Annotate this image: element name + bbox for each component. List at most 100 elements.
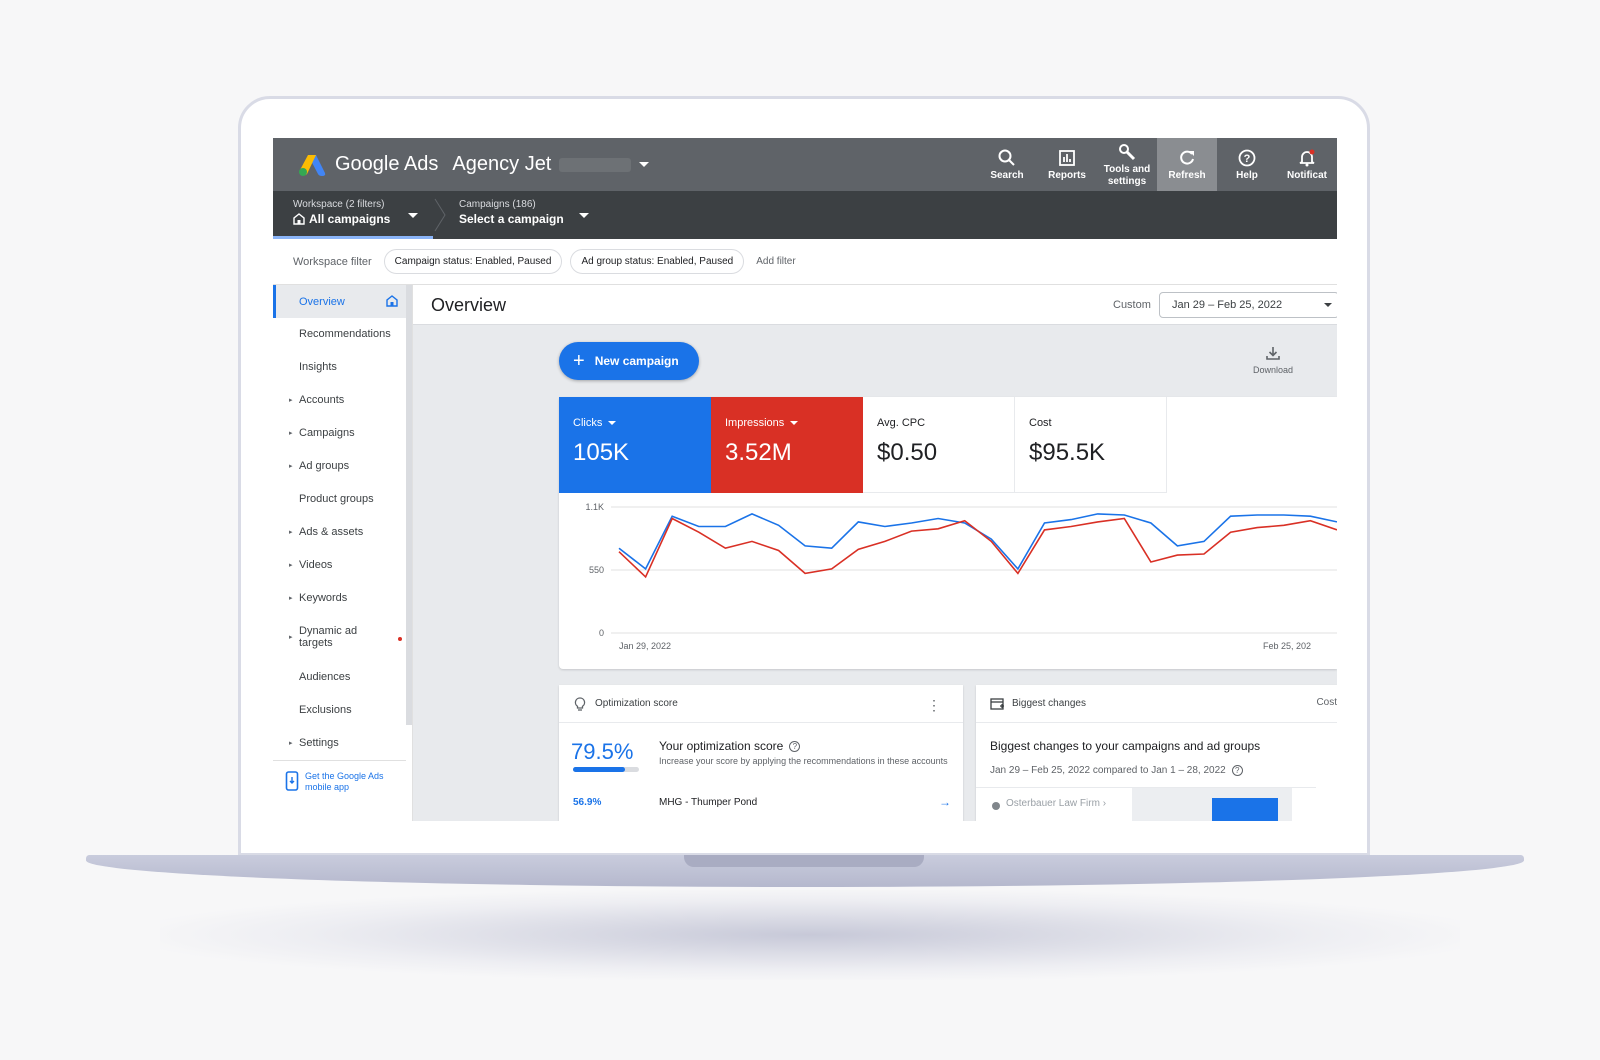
date-range-type: Custom (1113, 299, 1151, 311)
new-campaign-label: New campaign (594, 354, 679, 368)
workspace-dropdown-icon[interactable] (408, 213, 418, 218)
card-header: Biggest changes Cost (976, 685, 1337, 723)
y-tick-label: 550 (589, 565, 604, 575)
expand-arrow-icon: ▸ (289, 430, 293, 437)
sidebar-item-label: Accounts (299, 394, 345, 406)
sidebar-item-product-groups[interactable]: Product groups (273, 492, 406, 506)
sidebar-item-dynamic-ad-targets[interactable]: ▸ Dynamic ad targets (273, 624, 383, 650)
laptop-notch (684, 855, 924, 867)
google-ads-logo[interactable] (297, 153, 327, 177)
metric-value: $95.5K (1029, 439, 1106, 466)
refresh-button[interactable]: Refresh (1157, 138, 1217, 191)
metric-value: $0.50 (877, 439, 938, 466)
tools-and-settings-button[interactable]: Tools and settings (1097, 138, 1157, 191)
mobile-app-label: Get the Google Ads mobile app (305, 771, 384, 792)
sidebar-item-label: Keywords (299, 592, 348, 604)
card-header: Optimization score ⋮ (559, 685, 963, 723)
reports-button[interactable]: Reports (1037, 138, 1097, 191)
new-indicator-dot (398, 637, 402, 641)
building-icon (293, 213, 305, 225)
workspace-name: All campaigns (293, 212, 390, 226)
sidebar-item-settings[interactable]: ▸ Settings (273, 736, 406, 750)
optimization-description: Increase your score by applying the reco… (659, 756, 948, 766)
account-name-link[interactable]: MHG - Thumper Pond (659, 797, 757, 808)
sidebar-item-overview[interactable]: Overview (273, 285, 406, 318)
sidebar-item-recommendations[interactable]: Recommendations (273, 327, 406, 341)
sidebar-item-label: Dynamic ad targets (299, 625, 358, 649)
metric-label: Avg. CPC (877, 417, 926, 429)
page-title: Overview (431, 295, 507, 315)
comparison-range: Jan 29 – Feb 25, 2022 compared to Jan 1 … (990, 765, 1226, 776)
sidebar-item-videos[interactable]: ▸ Videos (273, 558, 406, 572)
campaign-selector[interactable]: Campaigns (186) Select a campaign (459, 199, 564, 226)
metric-avg-cpc[interactable]: Avg. CPC $0.50 (863, 397, 1015, 493)
campaign-dropdown-icon[interactable] (579, 213, 589, 218)
help-icon[interactable]: ? (789, 740, 801, 752)
lightbulb-icon (574, 696, 586, 711)
main-content: Overview Custom Jan 29 – Feb 25, 2022 + … (413, 285, 1337, 821)
sidebar-item-label: Ad groups (299, 460, 350, 472)
performance-chart: 1.1K 550 0 Jan 29, 2022 Feb 25, 202 (559, 493, 1337, 669)
sidebar-item-audiences[interactable]: Audiences (273, 670, 406, 684)
optimization-title: Your optimization score ? (659, 739, 801, 753)
notifications-button[interactable]: Notificat (1277, 138, 1337, 191)
top-bar: Google Ads Agency Jet Search Reports Too… (273, 138, 1337, 191)
metric-cost[interactable]: Cost $95.5K (1015, 397, 1167, 493)
sidebar-item-accounts[interactable]: ▸ Accounts (273, 393, 406, 407)
search-button[interactable]: Search (977, 138, 1037, 191)
filter-bar: Workspace filter Campaign status: Enable… (273, 239, 1337, 285)
sidebar-item-label: Settings (299, 737, 339, 749)
sidebar-item-ad-groups[interactable]: ▸ Ad groups (273, 459, 406, 473)
sidebar-item-insights[interactable]: Insights (273, 360, 406, 374)
account-id-redacted (559, 157, 632, 172)
download-button[interactable]: Download (1243, 345, 1303, 375)
notifications-label: Notificat (1287, 169, 1327, 181)
series-line-clicks (618, 513, 1337, 571)
toolbar: Search Reports Tools and settings Refres… (977, 138, 1337, 191)
date-dropdown-icon (1324, 303, 1332, 307)
sidebar: Overview Recommendations Insights ▸ Accou… (273, 285, 413, 821)
row-bar-fill (1212, 798, 1278, 821)
expand-arrow-icon: ▸ (289, 562, 293, 569)
row-account-name: Osterbauer Law Firm › (1006, 798, 1107, 809)
sidebar-item-label: Videos (299, 559, 333, 571)
sidebar-item-campaigns[interactable]: ▸ Campaigns (273, 426, 406, 440)
expand-arrow-icon: ▸ (289, 529, 293, 536)
metric-dropdown-icon (790, 421, 799, 425)
account-dropdown-icon[interactable] (639, 162, 650, 167)
account-name[interactable]: Agency Jet (452, 153, 551, 176)
sidebar-item-exclusions[interactable]: Exclusions (273, 703, 406, 717)
optimization-score-value: 79.5% (571, 739, 634, 764)
refresh-icon (1180, 150, 1194, 165)
help-icon[interactable]: ? (1231, 765, 1243, 776)
date-range-picker[interactable]: Jan 29 – Feb 25, 2022 (1159, 292, 1337, 318)
sidebar-item-keywords[interactable]: ▸ Keywords (273, 591, 406, 605)
metric-clicks[interactable]: Clicks 105K (559, 397, 711, 493)
metric-impressions[interactable]: Impressions 3.52M (711, 397, 863, 493)
sidebar-item-label: Exclusions (299, 704, 352, 716)
sidebar-item-label: Overview (299, 295, 345, 308)
ad-group-status-chip[interactable]: Ad group status: Enabled, Paused (570, 249, 745, 274)
more-options-icon[interactable]: ⋮ (927, 697, 941, 714)
bell-icon (1299, 149, 1315, 166)
sidebar-item-label: Insights (299, 361, 337, 373)
sidebar-scrollbar[interactable] (406, 285, 412, 725)
campaign-status-chip[interactable]: Campaign status: Enabled, Paused (383, 249, 563, 274)
status-dot-icon (992, 802, 1000, 810)
sidebar-item-ads-assets[interactable]: ▸ Ads & assets (273, 525, 406, 539)
new-campaign-button[interactable]: + New campaign (559, 342, 699, 380)
reports-icon (1059, 149, 1075, 166)
line-chart: 1.1K 550 0 Jan 29, 2022 Feb 25, 202 (585, 502, 1337, 651)
mobile-app-link[interactable]: Get the Google Ads mobile app (273, 760, 406, 820)
account-score: 56.9% (573, 797, 602, 808)
arrow-right-icon[interactable]: → (939, 795, 951, 809)
add-filter-button[interactable]: Add filter (756, 256, 795, 267)
expand-arrow-icon: ▸ (289, 463, 293, 470)
metric-value: 105K (573, 439, 630, 466)
metric-label: Impressions (725, 417, 785, 429)
sidebar-item-label: Campaigns (299, 427, 355, 439)
cost-sort-label[interactable]: Cost (1316, 697, 1337, 708)
help-button[interactable]: ? Help (1217, 138, 1277, 191)
workspace-selector[interactable]: Workspace (2 filters) All campaigns (293, 199, 390, 226)
table-row[interactable]: Osterbauer Law Firm › (976, 787, 1316, 821)
